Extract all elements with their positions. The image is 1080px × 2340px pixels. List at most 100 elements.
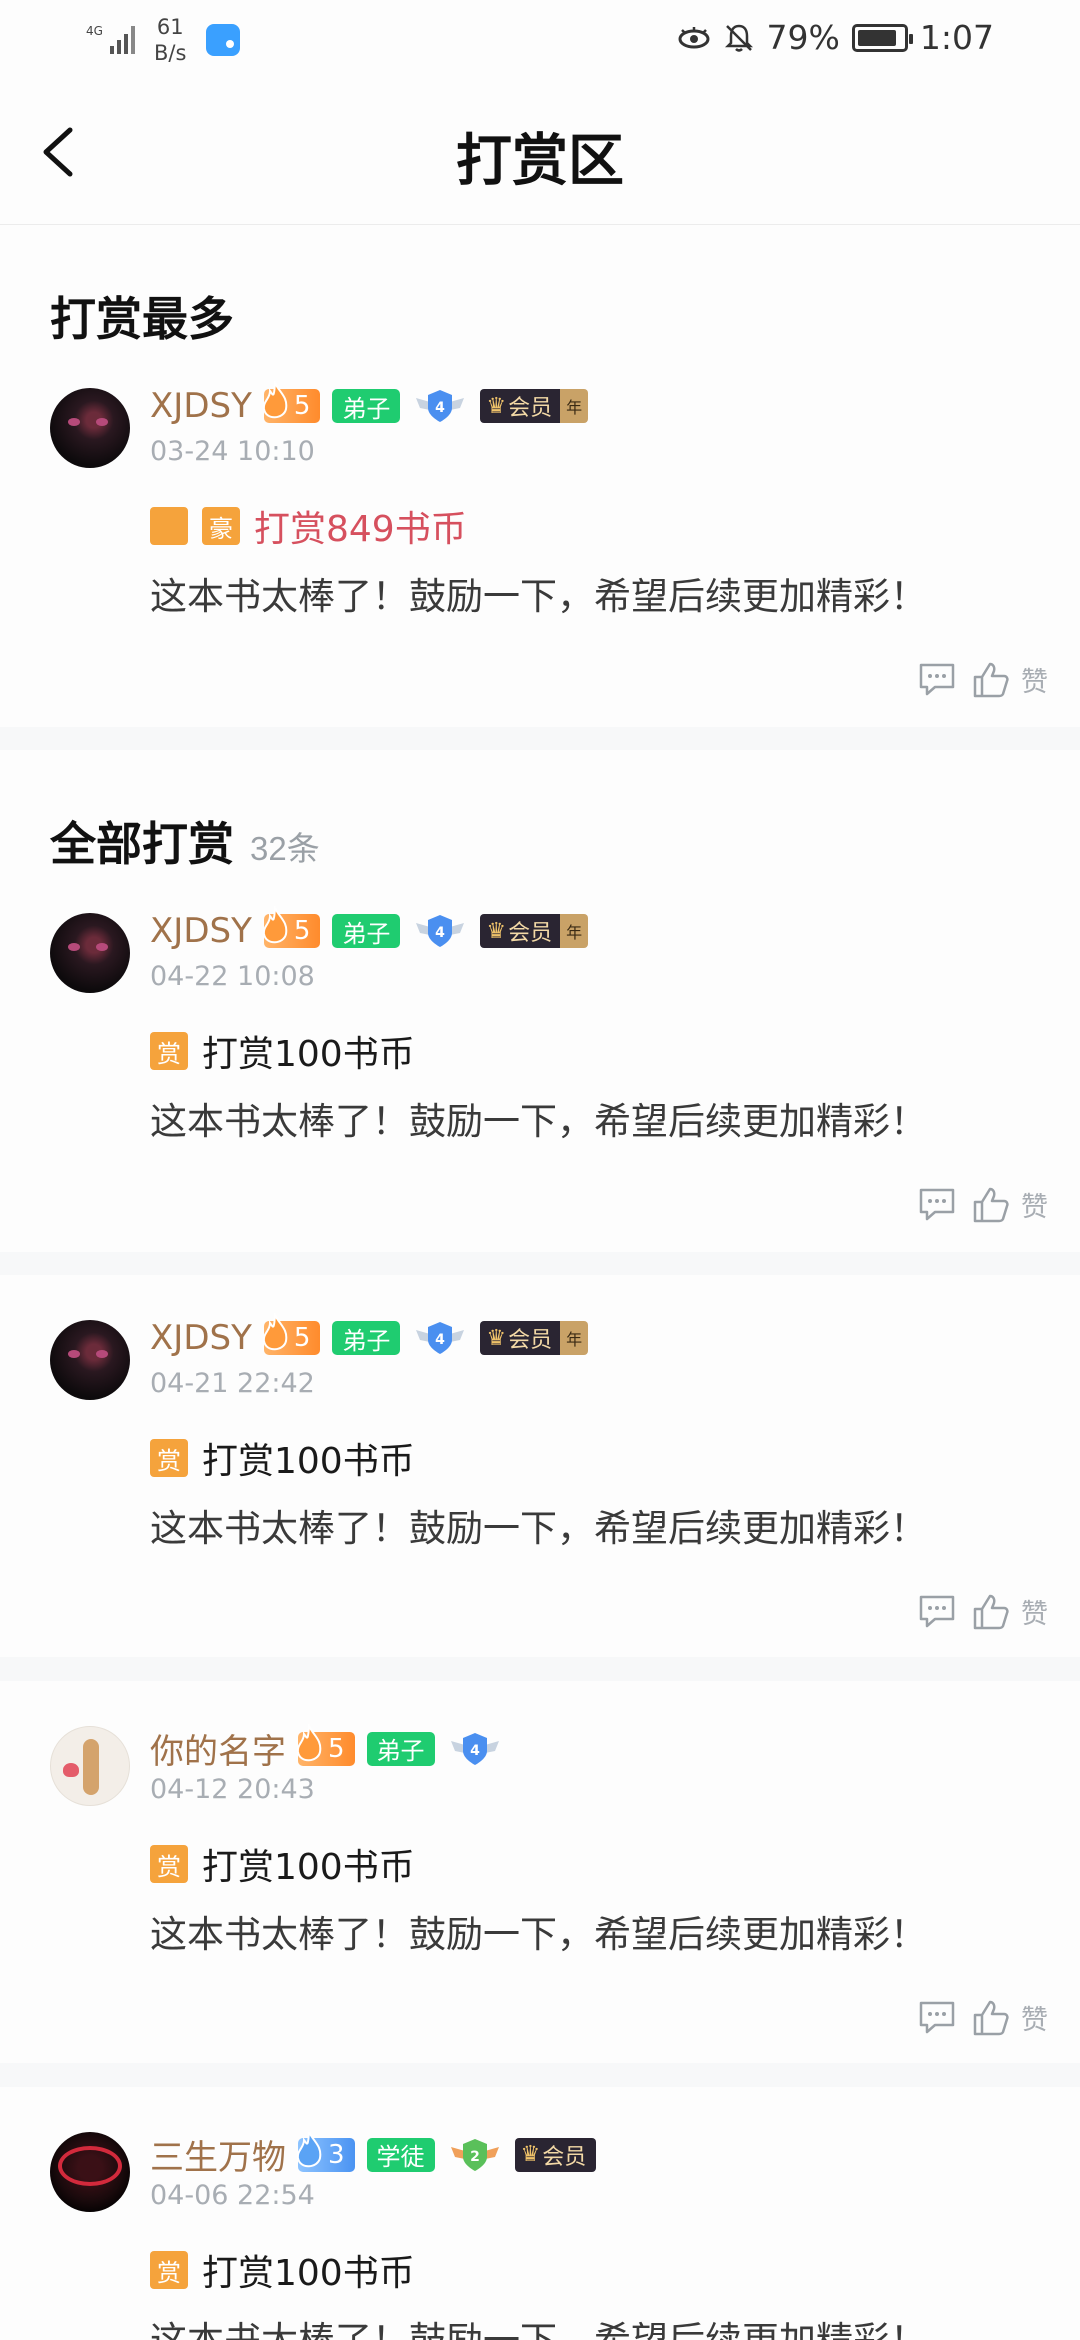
reward-amount: 打赏100书币 (202, 2253, 415, 2294)
eye-comfort-icon (678, 26, 710, 48)
flame-icon (296, 2132, 322, 2167)
level-badge: 5 (262, 906, 321, 948)
timestamp: 03-24 10:10 (150, 436, 315, 467)
comment-icon[interactable] (917, 1186, 957, 1224)
signal-icon: 4G (86, 24, 135, 54)
reward-card[interactable]: XJDSY 5 弟子 4 ♛ 会员 年 04-21 22:42 赏 打赏100书币… (0, 1275, 1080, 1657)
reward-badge: 赏 (150, 1845, 188, 1883)
card-actions: 赞 (917, 660, 1048, 699)
user-row: 三生万物 3 学徒 2 ♛ 会员 (150, 2132, 597, 2179)
crown-icon: ♛ (520, 2142, 541, 2167)
reward-badge (150, 507, 188, 545)
card-actions: 赞 (917, 1185, 1048, 1224)
card-actions: 赞 (917, 1592, 1048, 1631)
nav-bar: 打赏区 (0, 80, 1080, 225)
avatar[interactable] (50, 2132, 130, 2212)
vip-badge: ♛ 会员 年 (480, 389, 589, 423)
username[interactable]: XJDSY (150, 911, 252, 951)
avatar[interactable] (50, 1320, 130, 1400)
user-row: XJDSY 5 弟子 4 ♛ 会员 年 (150, 381, 589, 426)
svg-text:4: 4 (436, 400, 446, 416)
battery-icon (851, 23, 913, 52)
reward-line: 赏 打赏100书币 (150, 1432, 415, 1484)
reward-comment: 这本书太棒了！鼓励一下，希望后续更加精彩！ (150, 1913, 927, 1956)
reward-comment: 这本书太棒了！鼓励一下，希望后续更加精彩！ (150, 2310, 927, 2340)
username[interactable]: XJDSY (150, 386, 252, 426)
card-actions: 赞 (917, 1998, 1048, 2037)
top-reward-section: 打赏最多 XJDSY 5 弟子 4 ♛ 会员 年 03-24 10:10 豪 打赏… (0, 225, 1080, 727)
flame-icon (262, 381, 288, 419)
avatar[interactable] (50, 388, 130, 468)
thumbs-up-icon[interactable] (971, 661, 1011, 699)
user-row: XJDSY 5 弟子 4 ♛ 会员 年 (150, 906, 589, 951)
rank-tag: 弟子 (332, 914, 401, 948)
clock: 1:07 (919, 18, 994, 57)
level-badge: 5 (262, 381, 321, 423)
like-label[interactable]: 赞 (1021, 1998, 1048, 2037)
status-bar: 4G 61 B/s 79% 1:07 (0, 0, 1080, 80)
user-row: XJDSY 5 弟子 4 ♛ 会员 年 (150, 1313, 589, 1358)
rank-tag: 学徒 (366, 2137, 435, 2172)
vip-badge: ♛ 会员 年 (480, 1321, 589, 1355)
reward-amount: 打赏100书币 (202, 1847, 415, 1888)
svg-text:4G: 4G (86, 24, 103, 38)
reward-line: 赏 打赏100书币 (150, 1838, 415, 1890)
level-badge: 3 (296, 2132, 355, 2172)
reward-line: 赏 打赏100书币 (150, 2244, 415, 2296)
reward-card[interactable]: XJDSY 5 弟子 4 ♛ 会员 年 03-24 10:10 豪 打赏849书币… (0, 381, 1080, 708)
flame-icon (296, 1723, 322, 1761)
level-badge: 5 (296, 1723, 355, 1766)
reward-count: 32条 (250, 830, 320, 867)
timestamp: 04-06 22:54 (150, 2180, 315, 2211)
vip-badge: ♛ 会员 (514, 2137, 597, 2172)
wing-shield-icon: 4 (416, 1322, 465, 1354)
like-label[interactable]: 赞 (1021, 660, 1048, 699)
reward-amount: 打赏100书币 (202, 1034, 415, 1075)
reward-comment: 这本书太棒了！鼓励一下，希望后续更加精彩！ (150, 1100, 927, 1143)
reward-line: 豪 打赏849书币 (150, 500, 467, 552)
thumbs-up-icon[interactable] (971, 1186, 1011, 1224)
like-label[interactable]: 赞 (1021, 1592, 1048, 1631)
avatar[interactable] (50, 1726, 130, 1806)
reward-amount: 打赏100书币 (202, 1441, 415, 1482)
reward-card[interactable]: XJDSY 5 弟子 4 ♛ 会员 年 04-22 10:08 赏 打赏100书币… (0, 906, 1080, 1233)
svg-text:4: 4 (436, 1332, 446, 1348)
svg-text:4: 4 (436, 925, 446, 941)
comment-icon[interactable] (917, 661, 957, 699)
avatar[interactable] (50, 913, 130, 993)
reward-badge: 赏 (150, 2251, 188, 2289)
reward-comment: 这本书太棒了！鼓励一下，希望后续更加精彩！ (150, 575, 927, 618)
thumbs-up-icon[interactable] (971, 1999, 1011, 2037)
mute-bell-icon (724, 24, 753, 52)
user-row: 你的名字 5 弟子 4 (150, 1723, 503, 1773)
rich-badge: 豪 (202, 507, 240, 545)
username[interactable]: XJDSY (150, 1318, 252, 1358)
wing-shield-icon: 4 (416, 915, 465, 947)
comment-icon[interactable] (917, 1593, 957, 1631)
svg-text:2: 2 (470, 2149, 480, 2165)
rank-tag: 弟子 (332, 1321, 401, 1355)
page-title: 打赏区 (456, 128, 624, 194)
comment-icon[interactable] (917, 1999, 957, 2037)
rank-tag: 弟子 (366, 1731, 435, 1766)
all-rewards-section: 全部打赏 32条 XJDSY 5 弟子 4 ♛ 会员 年 04-22 10:08 赏… (0, 750, 1080, 1252)
reward-badge: 赏 (150, 1032, 188, 1070)
level-badge: 5 (262, 1313, 321, 1355)
crown-icon: ♛ (486, 918, 507, 944)
section-title-all: 全部打赏 32条 (50, 817, 320, 871)
like-label[interactable]: 赞 (1021, 1185, 1048, 1224)
flame-icon (262, 1313, 288, 1351)
flame-icon (262, 906, 288, 944)
status-right: 79% 1:07 (677, 18, 994, 57)
vip-badge: ♛ 会员 年 (480, 914, 589, 948)
reward-amount: 打赏849书币 (254, 509, 467, 550)
thumbs-up-icon[interactable] (971, 1593, 1011, 1631)
battery-percent: 79% (766, 18, 840, 57)
reward-card[interactable]: 三生万物 3 学徒 2 ♛会员 04-06 22:54 赏 打赏100书币 这本… (0, 2087, 1080, 2340)
username[interactable]: 你的名字 (150, 1724, 286, 1773)
reward-line: 赏 打赏100书币 (150, 1025, 415, 1077)
timestamp: 04-22 10:08 (150, 961, 315, 992)
username[interactable]: 三生万物 (150, 2132, 286, 2179)
reward-card[interactable]: 你的名字 5 弟子 4 04-12 20:43 赏 打赏100书币 这本书太棒了… (0, 1681, 1080, 2063)
crown-icon: ♛ (486, 393, 507, 419)
